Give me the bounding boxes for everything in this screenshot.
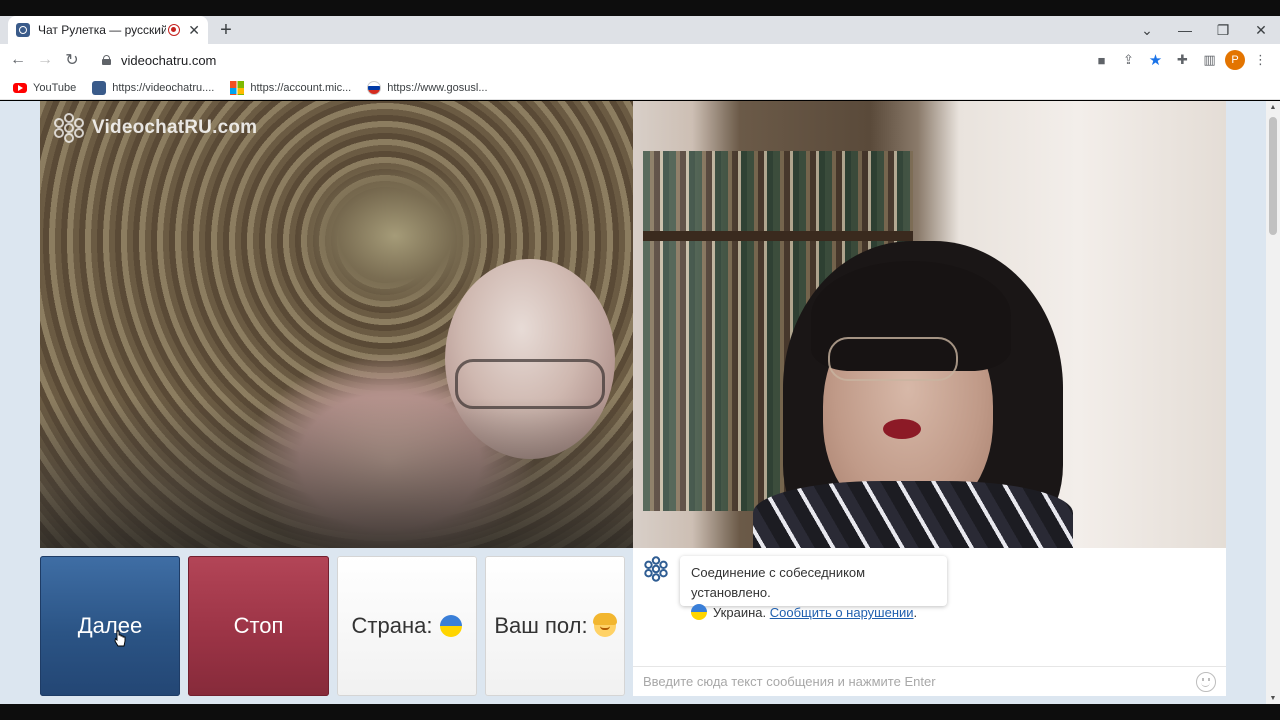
- country-label: Страна:: [351, 613, 433, 638]
- bookmark-microsoft[interactable]: https://account.mic...: [227, 80, 354, 95]
- window-controls: ⌄ — ❐ ✕: [1128, 16, 1280, 44]
- camera-icon[interactable]: ■: [1090, 48, 1113, 72]
- gosuslugi-icon: [367, 80, 382, 95]
- woman-emoji-icon: [592, 613, 617, 637]
- country-name: Украина.: [713, 605, 767, 620]
- tab-title: Чат Рулетка — русский вид: [38, 23, 167, 37]
- stop-button[interactable]: Стоп: [188, 556, 329, 696]
- bookmark-videochatru[interactable]: https://videochatru....: [89, 80, 217, 95]
- side-panel-icon[interactable]: ▥: [1198, 48, 1221, 72]
- country-line: Украина. Сообщить о нарушении.: [691, 603, 947, 623]
- scroll-up-icon[interactable]: ▲: [1269, 104, 1277, 111]
- scroll-thumb[interactable]: [1269, 117, 1277, 235]
- country-select-button[interactable]: Страна:: [337, 556, 477, 696]
- next-button[interactable]: Далее: [40, 556, 180, 696]
- ukraine-flag-icon: [691, 604, 707, 620]
- stranger-video: VideochatRU.com: [40, 101, 633, 548]
- videochat-icon: [92, 80, 107, 95]
- bookmark-youtube[interactable]: YouTube: [10, 82, 79, 94]
- close-tab-icon[interactable]: ✕: [188, 23, 200, 37]
- url-text: videochatru.com: [121, 52, 217, 68]
- ukraine-flag-icon: [440, 615, 463, 637]
- message-input[interactable]: [633, 667, 1173, 695]
- microsoft-icon: [230, 80, 245, 95]
- browser-tab-bar: Чат Рулетка — русский вид ✕ + ⌄ — ❐ ✕: [0, 16, 1280, 44]
- gender-select-button[interactable]: Ваш пол:: [485, 556, 625, 696]
- scroll-down-icon[interactable]: ▼: [1269, 695, 1277, 702]
- videochat-logo-icon: [644, 556, 668, 582]
- recording-icon: [168, 24, 181, 36]
- back-icon[interactable]: ←: [6, 48, 30, 72]
- lock-icon[interactable]: [102, 55, 111, 65]
- own-glasses: [828, 337, 958, 381]
- profile-avatar[interactable]: P: [1225, 50, 1245, 70]
- connected-message: Соединение с собеседником установлено.: [691, 565, 866, 600]
- logo-icon: [54, 113, 84, 143]
- menu-icon[interactable]: ⋮: [1249, 48, 1272, 72]
- page-content: VideochatRU.com Далее Стоп Страна: Ваш п…: [0, 101, 1266, 704]
- tab-search-icon[interactable]: ⌄: [1128, 16, 1166, 44]
- report-link[interactable]: Сообщить о нарушении: [770, 605, 914, 620]
- emoji-picker-icon[interactable]: [1196, 672, 1216, 692]
- site-favicon-icon: [16, 23, 30, 37]
- forward-icon[interactable]: →: [33, 48, 57, 72]
- system-message: Соединение с собеседником установлено. У…: [680, 556, 947, 620]
- restore-icon[interactable]: ❐: [1204, 16, 1242, 44]
- screen-top-bar: [0, 0, 1280, 16]
- address-bar[interactable]: videochatru.com: [90, 46, 1170, 74]
- screen-bottom-bar: [0, 704, 1280, 720]
- site-logo[interactable]: VideochatRU.com: [54, 113, 257, 143]
- close-window-icon[interactable]: ✕: [1242, 16, 1280, 44]
- minimize-icon[interactable]: —: [1166, 16, 1204, 44]
- page-scrollbar[interactable]: ▲ ▼: [1266, 101, 1280, 704]
- chat-panel: Соединение с собеседником установлено. У…: [633, 548, 1226, 696]
- new-tab-button[interactable]: +: [216, 18, 236, 42]
- bookmark-star-icon[interactable]: ★: [1144, 48, 1167, 72]
- own-video: [633, 101, 1226, 548]
- extensions-icon[interactable]: ✚: [1171, 48, 1194, 72]
- browser-toolbar: ← → ↻ videochatru.com ■ ⇪ ★ ✚ ▥ P ⋮: [0, 44, 1280, 76]
- logo-text: VideochatRU.com: [92, 117, 258, 138]
- browser-tab[interactable]: Чат Рулетка — русский вид ✕: [8, 16, 208, 44]
- share-icon[interactable]: ⇪: [1117, 48, 1140, 72]
- gender-label: Ваш пол:: [494, 613, 588, 638]
- bookmark-gosuslugi[interactable]: https://www.gosusl...: [364, 80, 490, 95]
- youtube-icon: [13, 82, 27, 93]
- message-input-bar: [633, 666, 1226, 696]
- reload-icon[interactable]: ↻: [60, 48, 84, 72]
- own-blouse: [753, 481, 1073, 548]
- bookmarks-bar: YouTube https://videochatru.... https://…: [0, 76, 1280, 100]
- toolbar-icons: ■ ⇪ ★ ✚ ▥ P ⋮: [1090, 48, 1272, 72]
